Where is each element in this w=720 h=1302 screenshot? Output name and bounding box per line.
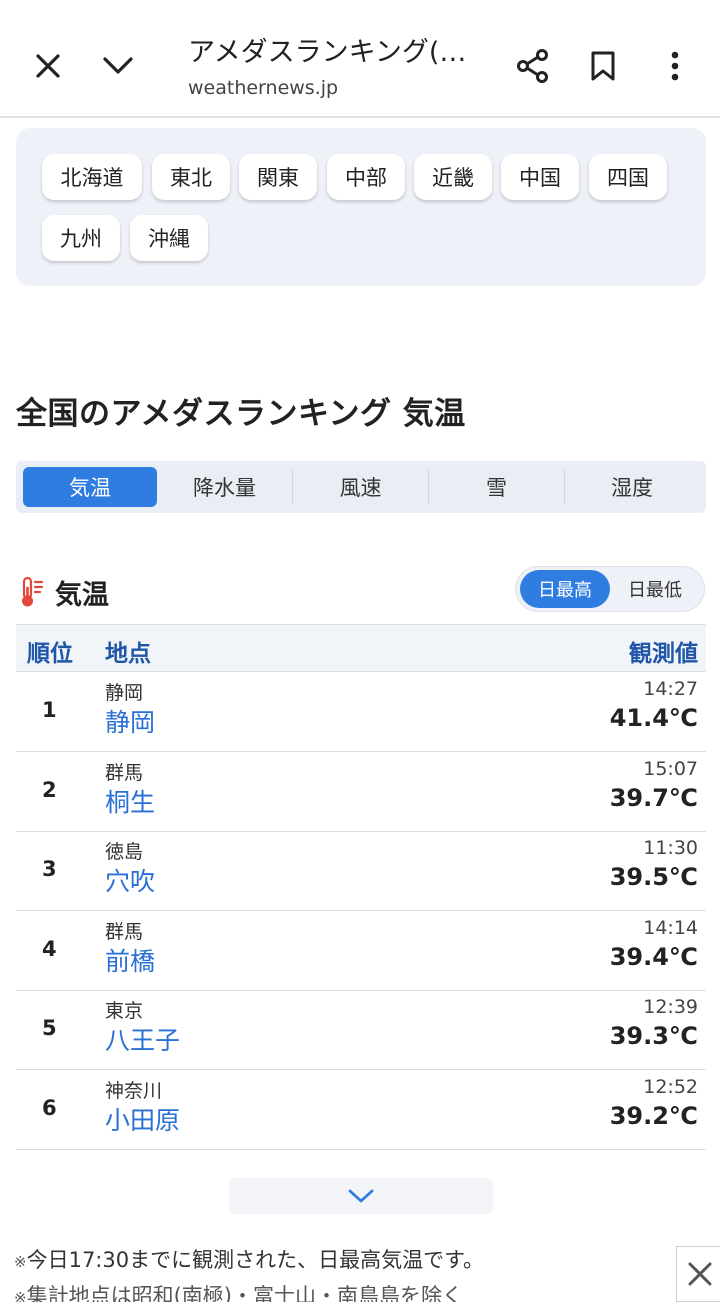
- page-title: アメダスランキング(…: [188, 37, 467, 68]
- footnote: ※今日17:30までに観測された、日最高気温です。: [14, 1244, 484, 1274]
- tab-snow[interactable]: 雪: [429, 467, 564, 507]
- browser-toolbar: アメダスランキング(… weathernews.jp: [0, 0, 720, 118]
- observation-time: 15:07: [643, 758, 698, 780]
- station-link[interactable]: 静岡: [105, 703, 155, 739]
- share-icon: [517, 49, 548, 83]
- close-button[interactable]: [18, 36, 78, 96]
- table-row: 4 群馬 前橋 14:14 39.4℃: [16, 911, 706, 991]
- bookmark-icon: [591, 51, 615, 81]
- column-header-location: 地点: [105, 641, 151, 667]
- observation-value: 41.4℃: [609, 704, 698, 732]
- tab-temperature[interactable]: 気温: [23, 467, 157, 507]
- tab-humidity[interactable]: 湿度: [565, 467, 699, 507]
- region-chip-shikoku[interactable]: 四国: [589, 154, 667, 200]
- observation-value: 39.2℃: [609, 1102, 698, 1130]
- category-tabs: 気温 降水量 風速 雪 湿度: [16, 461, 706, 513]
- observation-time: 12:52: [643, 1076, 698, 1098]
- region-chip-okinawa[interactable]: 沖縄: [130, 215, 208, 261]
- more-vert-icon: [671, 51, 679, 81]
- note-mark: ※: [14, 1289, 27, 1302]
- rank-number: 3: [42, 857, 57, 881]
- section-title: 全国のアメダスランキング 気温: [16, 396, 466, 432]
- prefecture-name: 徳島: [105, 841, 144, 863]
- chevron-down-icon: [103, 57, 133, 74]
- close-icon: [688, 1262, 712, 1286]
- observation-value: 39.7℃: [609, 784, 698, 812]
- table-row: 5 東京 八王子 12:39 39.3℃: [16, 990, 706, 1070]
- show-more-button[interactable]: [229, 1178, 493, 1214]
- footnote-text: 集計地点は昭和(南極)・富士山・南鳥島を除く: [26, 1284, 463, 1302]
- rank-number: 1: [42, 698, 57, 722]
- region-panel: 北海道 東北 関東 中部 近畿 中国 四国 九州 沖縄: [16, 128, 706, 286]
- region-chip-kyushu[interactable]: 九州: [42, 215, 120, 261]
- station-link[interactable]: 前橋: [105, 942, 155, 978]
- prefecture-name: 東京: [105, 1000, 144, 1022]
- tab-wind-speed[interactable]: 風速: [293, 467, 428, 507]
- table-header: 順位 地点 観測値: [16, 624, 706, 672]
- region-chip-chugoku[interactable]: 中国: [501, 154, 579, 200]
- rank-number: 2: [42, 778, 57, 802]
- observation-value: 39.5℃: [609, 863, 698, 891]
- chevron-down-icon: [348, 1189, 374, 1203]
- observation-time: 14:27: [643, 678, 698, 700]
- table-row: 1 静岡 静岡 14:27 41.4℃: [16, 672, 706, 752]
- observation-time: 12:39: [643, 996, 698, 1018]
- collapse-button[interactable]: [88, 36, 148, 96]
- prefecture-name: 神奈川: [105, 1080, 163, 1102]
- footnote: ※集計地点は昭和(南極)・富士山・南鳥島を除く: [14, 1280, 463, 1302]
- ranking-title: 気温: [55, 580, 109, 611]
- table-row: 6 神奈川 小田原 12:52 39.2℃: [16, 1070, 706, 1150]
- table-row: 2 群馬 桐生 15:07 39.7℃: [16, 752, 706, 832]
- observation-value: 39.3℃: [609, 1022, 698, 1050]
- tab-precipitation[interactable]: 降水量: [157, 467, 292, 507]
- rank-number: 6: [42, 1096, 57, 1120]
- max-min-toggle: 日最高 日最低: [515, 566, 705, 612]
- region-chip-hokkaido[interactable]: 北海道: [42, 154, 142, 200]
- observation-time: 14:14: [643, 917, 698, 939]
- prefecture-name: 静岡: [105, 682, 144, 704]
- close-ad-button[interactable]: [676, 1246, 720, 1302]
- station-link[interactable]: 穴吹: [105, 862, 155, 898]
- footnote-text: 今日17:30までに観測された、日最高気温です。: [26, 1248, 484, 1272]
- note-mark: ※: [14, 1253, 27, 1271]
- rank-number: 5: [42, 1016, 57, 1040]
- close-icon: [36, 54, 60, 78]
- prefecture-name: 群馬: [105, 762, 144, 784]
- toggle-daily-max[interactable]: 日最高: [520, 570, 610, 608]
- region-chip-kanto[interactable]: 関東: [239, 154, 317, 200]
- more-options-button[interactable]: [645, 36, 705, 96]
- region-chip-tohoku[interactable]: 東北: [152, 154, 230, 200]
- observation-time: 11:30: [643, 837, 698, 859]
- column-header-rank: 順位: [27, 641, 73, 667]
- share-button[interactable]: [503, 36, 563, 96]
- region-chip-chubu[interactable]: 中部: [327, 154, 405, 200]
- station-link[interactable]: 桐生: [105, 783, 155, 819]
- table-row: 3 徳島 穴吹 11:30 39.5℃: [16, 831, 706, 911]
- bookmark-button[interactable]: [573, 36, 633, 96]
- station-link[interactable]: 八王子: [105, 1021, 180, 1057]
- toggle-daily-min[interactable]: 日最低: [610, 570, 700, 608]
- prefecture-name: 群馬: [105, 921, 144, 943]
- page-url: weathernews.jp: [188, 77, 339, 99]
- observation-value: 39.4℃: [609, 943, 698, 971]
- rank-number: 4: [42, 937, 57, 961]
- column-header-value: 観測値: [629, 641, 698, 667]
- thermometer-icon: [22, 576, 44, 607]
- station-link[interactable]: 小田原: [105, 1101, 180, 1137]
- region-chip-kinki[interactable]: 近畿: [414, 154, 492, 200]
